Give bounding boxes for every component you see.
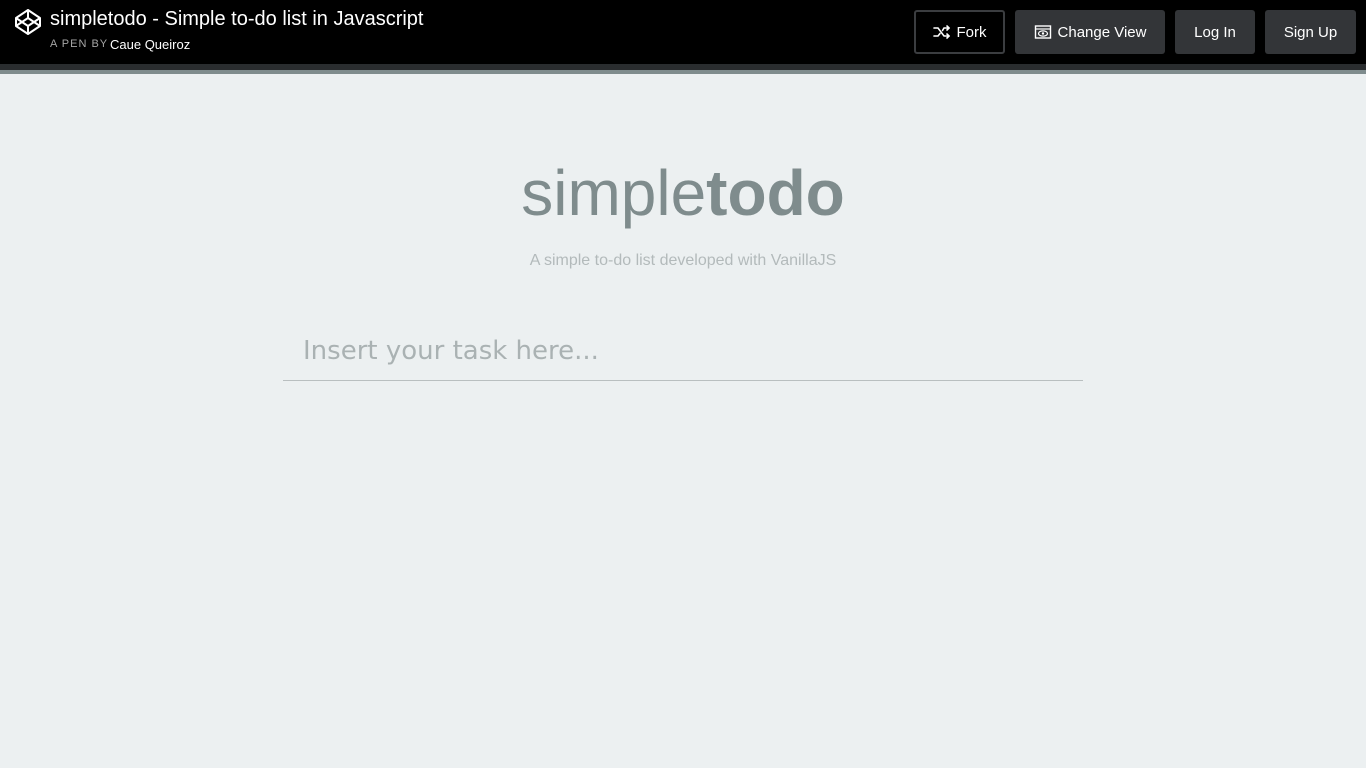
eye-window-icon [1034,25,1051,39]
fork-button-label: Fork [956,23,987,41]
codepen-header: simpletodo - Simple to-do list in Javasc… [0,0,1366,64]
app-title: simpletodo [0,153,1366,233]
sign-up-button-label: Sign Up [1283,23,1338,41]
log-in-button[interactable]: Log In [1175,10,1255,54]
pen-byline-prefix: A PEN BY [50,38,109,50]
codepen-logo-icon[interactable] [14,8,42,36]
header-divider-accent [0,70,1366,74]
app-title-light: simple [521,157,707,229]
app-subtitle: A simple to-do list developed with Vanil… [529,252,837,269]
app-title-bold: todo [706,157,845,229]
fork-icon [932,25,950,39]
sign-up-button[interactable]: Sign Up [1265,10,1356,54]
pen-title: simpletodo - Simple to-do list in Javasc… [50,8,424,30]
fork-button[interactable]: Fork [914,10,1005,54]
change-view-button-label: Change View [1057,23,1147,41]
pen-author-link[interactable]: Caue Queiroz [110,37,190,52]
log-in-button-label: Log In [1194,23,1236,41]
task-input[interactable] [283,322,1083,381]
change-view-button[interactable]: Change View [1015,10,1165,54]
